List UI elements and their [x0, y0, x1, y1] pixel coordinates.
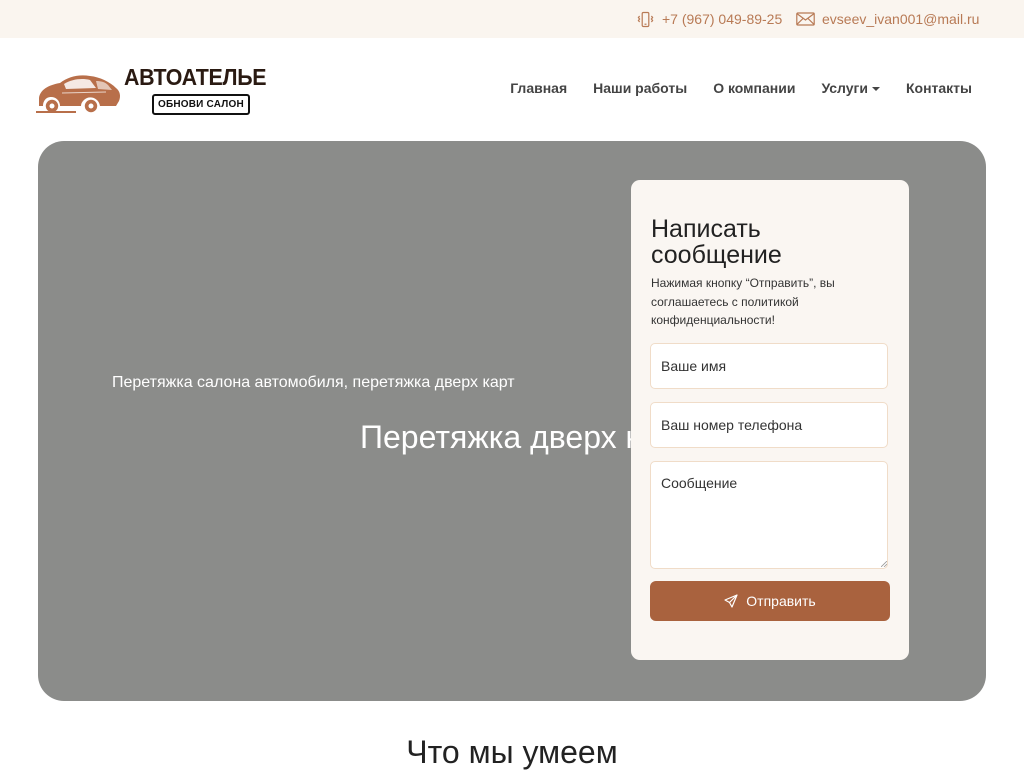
submit-label: Отправить	[746, 593, 816, 609]
nav-works[interactable]: Наши работы	[593, 80, 687, 96]
nav-services[interactable]: Услуги	[821, 80, 880, 96]
envelope-icon	[796, 12, 815, 26]
hero-subtitle: Перетяжка салона автомобиля, перетяжка д…	[112, 374, 515, 391]
name-input[interactable]	[650, 343, 888, 389]
phone-number: +7 (967) 049-89-25	[662, 11, 783, 27]
main-nav: Главная Наши работы О компании Услуги Ко…	[510, 80, 972, 96]
phone-vibrate-icon	[636, 11, 655, 28]
phone-input[interactable]	[650, 402, 888, 448]
nav-about[interactable]: О компании	[713, 80, 795, 96]
resize-grip-icon[interactable]	[881, 561, 887, 567]
nav-contacts[interactable]: Контакты	[906, 80, 972, 96]
logo[interactable]: АВТОАТЕЛЬЕ ОБНОВИ САЛОН	[36, 64, 267, 120]
privacy-note: Нажимая кнопку “Отправить”, вы соглашает…	[651, 276, 835, 327]
send-icon	[724, 594, 738, 608]
phone-link[interactable]: +7 (967) 049-89-25	[636, 9, 782, 29]
submit-button[interactable]: Отправить	[650, 581, 890, 621]
caret-down-icon	[871, 86, 880, 91]
logo-title: АВТОАТЕЛЬЕ	[124, 64, 267, 90]
car-logo-icon	[36, 75, 120, 114]
contact-form: Написать сообщение Нажимая кнопку “Отпра…	[631, 180, 909, 660]
nav-home[interactable]: Главная	[510, 80, 567, 96]
email-address: evseev_ivan001@mail.ru	[822, 11, 980, 27]
logo-subtitle: ОБНОВИ САЛОН	[152, 94, 250, 115]
nav-services-label: Услуги	[821, 80, 868, 96]
header: АВТОАТЕЛЬЕ ОБНОВИ САЛОН Главная Наши раб…	[0, 38, 1024, 140]
message-textarea[interactable]	[650, 461, 888, 569]
form-title: Написать сообщение	[651, 215, 782, 269]
section-title: Что мы умеем	[406, 734, 618, 770]
topbar: +7 (967) 049-89-25 evseev_ivan001@mail.r…	[0, 0, 1024, 38]
email-link[interactable]: evseev_ivan001@mail.ru	[796, 9, 979, 29]
